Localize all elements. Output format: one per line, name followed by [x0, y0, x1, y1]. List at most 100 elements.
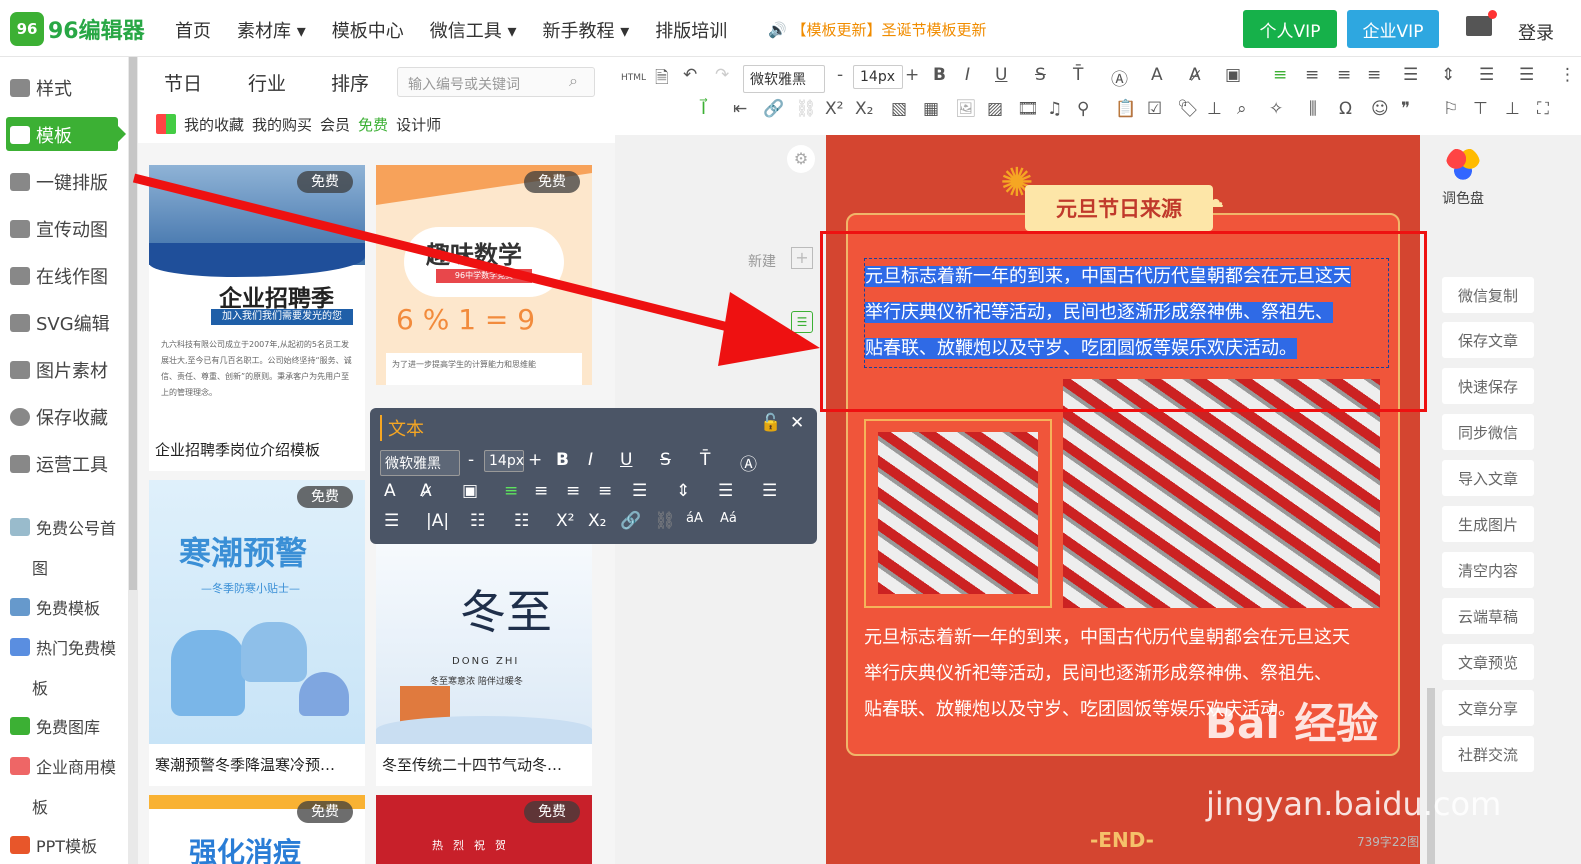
nav-item-training[interactable]: 排版培训 — [655, 17, 727, 43]
nav-item-templates[interactable]: 模板中心 — [332, 17, 404, 43]
float-link-icon[interactable]: 🔗 — [620, 511, 641, 531]
template-search-input[interactable]: 输入编号或关键词 — [397, 67, 595, 97]
sidebar-item-free-cover[interactable]: 免费公号首 — [10, 515, 116, 539]
new-label[interactable]: 新建 — [748, 251, 776, 271]
html-icon[interactable]: HTML — [621, 73, 646, 83]
font-size-decrease[interactable]: - — [837, 65, 843, 85]
subscript-icon[interactable]: X₂ — [855, 99, 873, 119]
line-height-icon[interactable]: ⇕ — [1441, 65, 1455, 85]
settings-icon[interactable]: ⚙ — [787, 145, 815, 173]
flag-icon[interactable]: ⚐ — [1443, 99, 1458, 119]
sidebar-item-business-cont[interactable]: 板 — [32, 794, 48, 818]
sidebar-item-hot-free-cont[interactable]: 板 — [32, 675, 48, 699]
float-color-icon[interactable]: A — [384, 481, 396, 501]
sync-wechat-button[interactable]: 同步微信 — [1442, 414, 1534, 450]
font-family-select[interactable]: 微软雅黑 — [743, 65, 825, 93]
float-align-center-icon[interactable]: ≡ — [534, 481, 548, 501]
video-icon[interactable]: 🎞 — [1017, 99, 1039, 119]
update-notice[interactable]: 🔊 【模板更新】圣诞节模板更新 — [768, 19, 986, 40]
float-unlink-icon[interactable]: ⛓ — [654, 511, 676, 531]
community-button[interactable]: 社群交流 — [1442, 736, 1534, 772]
login-link[interactable]: 登录 — [1518, 19, 1554, 45]
tab-industry[interactable]: 行业 — [248, 69, 286, 96]
float-subscript-icon[interactable]: X₂ — [588, 511, 606, 531]
wechat-copy-button[interactable]: 微信复制 — [1442, 277, 1534, 313]
link-icon[interactable]: 🔗 — [763, 99, 784, 119]
clear-format-icon[interactable]: A̷ — [1189, 65, 1201, 85]
float-font-down-icon[interactable]: Aá — [720, 511, 737, 526]
divider-icon[interactable]: ⫼ — [1309, 99, 1317, 119]
emoji-icon[interactable]: ☺ — [1371, 99, 1389, 119]
float-list-indent-icon[interactable]: ☰ — [384, 511, 399, 531]
text-block-icon[interactable]: ☰ — [791, 311, 813, 333]
underline-icon[interactable]: U — [995, 65, 1007, 85]
template-card[interactable]: 寒潮预警 —冬季防寒小贴士— 免费 寒潮预警冬季降温寒冷预… — [149, 480, 365, 786]
float-size-input[interactable]: 14px — [484, 450, 524, 472]
red-envelope-photo-large[interactable] — [1063, 379, 1380, 608]
sidebar-item-free-cover-cont[interactable]: 图 — [32, 555, 48, 579]
template-card[interactable]: 企业招聘季 加入我们我们需要发光的您 九六科技有限公司成立于2007年,从起初的… — [149, 165, 365, 471]
selected-paragraph[interactable]: 元旦标志着新一年的到来，中国古代历代皇朝都会在元旦这天 举行庆典仪祈祀等活动，民… — [864, 258, 1389, 368]
font-color-icon[interactable]: A — [1151, 65, 1163, 85]
photo-icon[interactable]: ▨ — [987, 99, 1003, 119]
unlock-icon[interactable]: 🔓 — [760, 413, 781, 433]
align-right-icon[interactable]: ≡ — [1337, 65, 1351, 85]
float-highlight-icon[interactable]: ▣ — [462, 481, 478, 501]
tag-icon[interactable]: 🏷 — [1177, 99, 1199, 119]
clear-content-button[interactable]: 清空内容 — [1442, 552, 1534, 588]
float-spacing-icon[interactable]: ☰ — [762, 481, 777, 501]
palette-label[interactable]: 调色盘 — [1442, 188, 1484, 208]
sidebar-item-ops[interactable]: 运营工具 — [10, 451, 108, 477]
filter-free[interactable]: 免费 — [358, 114, 388, 135]
checkbox-icon[interactable]: ☑ — [1147, 99, 1162, 119]
fullscreen-icon[interactable]: ⛶ — [1537, 99, 1549, 119]
file-icon[interactable]: 🗎 — [655, 65, 669, 94]
nav-item-wechat-tools[interactable]: 微信工具 ▾ — [430, 17, 517, 43]
align-left-icon[interactable]: ≡ — [1273, 65, 1287, 85]
sidebar-item-gif[interactable]: 宣传动图 — [10, 216, 108, 242]
image-icon[interactable]: 🖼 — [955, 99, 977, 119]
filter-member[interactable]: 会员 — [320, 114, 350, 135]
float-font-up-icon[interactable]: áA — [686, 511, 703, 526]
generate-image-button[interactable]: 生成图片 — [1442, 506, 1534, 542]
indent-icon[interactable]: ☰ — [1403, 65, 1418, 85]
float-size-increase[interactable]: + — [528, 450, 542, 470]
strikethrough-icon[interactable]: S — [1035, 65, 1046, 85]
undo-icon[interactable]: ↶ — [683, 65, 697, 85]
nav-item-tutorial[interactable]: 新手教程 ▾ — [543, 17, 630, 43]
float-line-height-icon[interactable]: ⇕ — [676, 481, 690, 501]
format-icon[interactable]: T̄ — [1073, 65, 1083, 85]
spacing-icon[interactable]: ☰ — [1519, 65, 1534, 85]
sidebar-item-one-click[interactable]: 一键排版 — [10, 169, 108, 195]
float-bullet-list-icon[interactable]: ☷ — [514, 511, 529, 531]
logo[interactable]: 96 96编辑器 — [10, 12, 145, 46]
filter-purchased[interactable]: 我的购买 — [252, 114, 312, 135]
sidebar-item-svg[interactable]: SVG编辑 — [10, 310, 110, 336]
sidebar-item-business[interactable]: 企业商用模 — [10, 754, 116, 778]
sidebar-item-free-gallery[interactable]: 免费图库 — [10, 714, 100, 738]
quick-save-button[interactable]: 快速保存 — [1442, 368, 1534, 404]
sidebar-item-hot-free[interactable]: 热门免费模 — [10, 635, 116, 659]
paragraph-icon[interactable]: ☰ — [1479, 65, 1494, 85]
align-center-icon[interactable]: ≡ — [1305, 65, 1319, 85]
float-indent-icon[interactable]: ☰ — [632, 481, 647, 501]
share-button[interactable]: 文章分享 — [1442, 690, 1534, 726]
float-italic-icon[interactable]: I — [588, 450, 593, 470]
filter-favorites[interactable]: 我的收藏 — [184, 114, 244, 135]
float-justify-icon[interactable]: ≡ — [598, 481, 612, 501]
float-superscript-icon[interactable]: X² — [556, 511, 574, 531]
float-border-icon[interactable]: Ⓐ — [740, 450, 757, 475]
mail-icon[interactable] — [1466, 10, 1497, 36]
template-card[interactable]: 热烈祝贺 免费 — [376, 795, 592, 864]
nav-item-assets[interactable]: 素材库 ▾ — [237, 17, 306, 43]
quote-icon[interactable]: ❞ — [1401, 99, 1410, 119]
float-letter-spacing-icon[interactable]: |A| — [426, 511, 449, 531]
float-paragraph-icon[interactable]: ☰ — [718, 481, 733, 501]
reverse-cursor-icon[interactable]: ⇤ — [733, 99, 747, 119]
tab-sort[interactable]: 排序 — [331, 69, 369, 96]
paste-icon[interactable]: 📋 — [1115, 99, 1136, 119]
sidebar-item-images[interactable]: 图片素材 — [10, 357, 108, 383]
float-clear-icon[interactable]: A̷ — [420, 481, 432, 501]
canvas-scrollbar[interactable] — [1427, 688, 1435, 864]
omega-icon[interactable]: Ω — [1339, 99, 1352, 119]
